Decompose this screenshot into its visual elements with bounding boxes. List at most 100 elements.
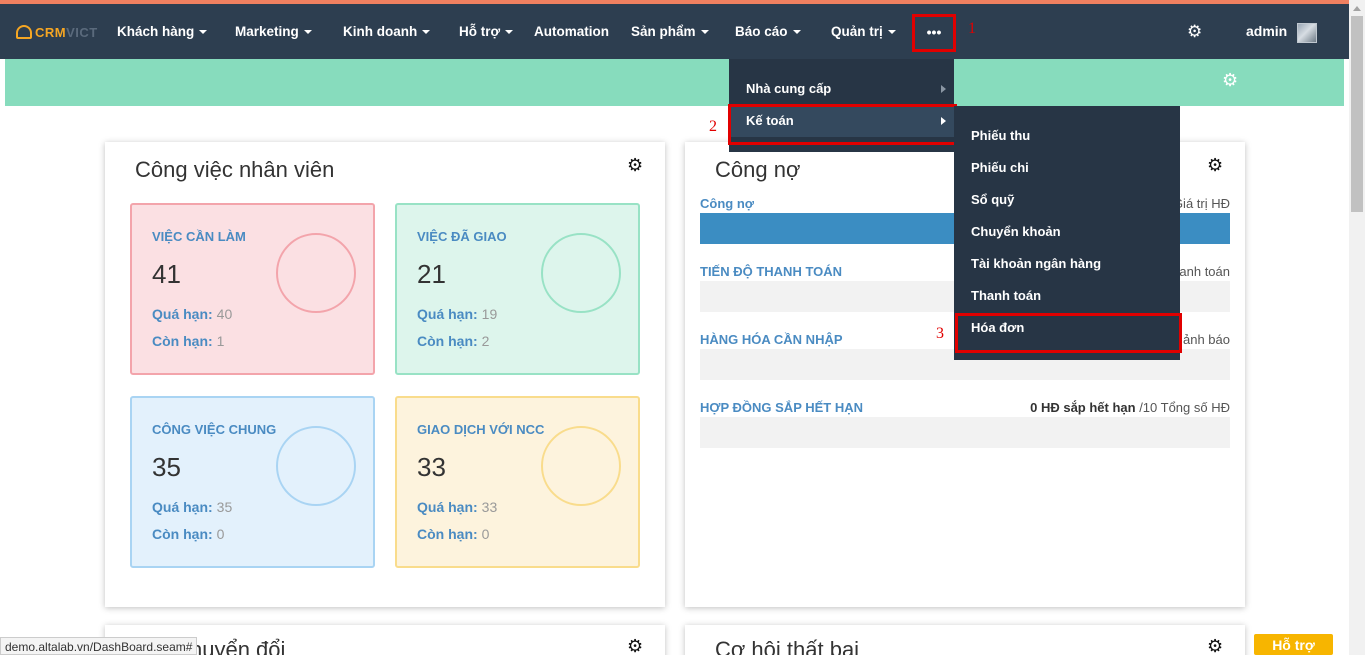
total-count: /10 Tổng số HĐ bbox=[1135, 400, 1230, 415]
highlight-box-step-2 bbox=[728, 104, 957, 145]
logo-text-vict: VICT bbox=[66, 24, 98, 40]
menu-item-nha-cung-cap[interactable]: Nhà cung cấp bbox=[729, 73, 954, 105]
logo-mark-icon bbox=[16, 25, 32, 39]
avatar[interactable] bbox=[1297, 23, 1317, 43]
gear-icon[interactable]: ⚙ bbox=[627, 155, 643, 176]
gear-icon[interactable]: ⚙ bbox=[1222, 70, 1238, 91]
nav-item-label: Quản trị bbox=[831, 24, 883, 39]
metric-label-debt[interactable]: Công nợ bbox=[700, 196, 754, 211]
card-overdue: Quá hạn: 33 bbox=[417, 499, 497, 515]
overdue-value: 33 bbox=[481, 499, 498, 515]
progress-circle bbox=[276, 426, 356, 506]
menu-item-tai-khoan-ngan-hang[interactable]: Tài khoản ngân hàng bbox=[954, 248, 1180, 280]
card-remaining: Còn hạn: 0 bbox=[152, 526, 224, 542]
card-overdue: Quá hạn: 40 bbox=[152, 306, 232, 322]
contract-progress-bar bbox=[700, 417, 1230, 448]
panel-title: huyển đổi bbox=[190, 637, 286, 655]
card-remaining: Còn hạn: 1 bbox=[152, 333, 224, 349]
panel-title: Công nợ bbox=[715, 157, 801, 182]
nav-item-automation[interactable]: Automation bbox=[534, 4, 609, 59]
remaining-value: 0 bbox=[481, 526, 490, 542]
remaining-value: 0 bbox=[216, 526, 225, 542]
nav-item-label: Báo cáo bbox=[735, 24, 788, 39]
overdue-label: Quá hạn: bbox=[417, 306, 478, 322]
gear-icon[interactable]: ⚙ bbox=[1207, 636, 1223, 655]
remaining-value: 2 bbox=[481, 333, 490, 349]
expiring-count: 0 HĐ sắp hết hạn bbox=[1030, 400, 1136, 415]
nav-item-kinh-doanh[interactable]: Kinh doanh bbox=[343, 4, 431, 59]
card-value: 35 bbox=[152, 452, 181, 482]
nav-item-bao-cao[interactable]: Báo cáo bbox=[735, 4, 801, 59]
support-button[interactable]: Hỗ trợ bbox=[1254, 634, 1333, 655]
card-title: VIỆC ĐÃ GIAO bbox=[417, 229, 507, 244]
menu-item-phieu-thu[interactable]: Phiếu thu bbox=[954, 120, 1180, 152]
status-bar-url: demo.altalab.vn/DashBoard.seam# bbox=[0, 637, 198, 655]
card-remaining: Còn hạn: 2 bbox=[417, 333, 489, 349]
stat-card-common[interactable]: CÔNG VIỆC CHUNG 35 Quá hạn: 35 Còn hạn: 0 bbox=[130, 396, 375, 568]
caret-down-icon bbox=[422, 30, 431, 35]
remaining-label: Còn hạn: bbox=[152, 333, 213, 349]
annotation-step-1: 1 bbox=[968, 20, 976, 37]
overdue-value: 19 bbox=[481, 306, 498, 322]
user-menu[interactable]: admin bbox=[1246, 4, 1287, 59]
progress-circle bbox=[541, 426, 621, 506]
nav-item-ho-tro[interactable]: Hỗ trợ bbox=[459, 4, 514, 59]
metric-label-payment[interactable]: TIẾN ĐỘ THANH TOÁN bbox=[700, 264, 842, 279]
menu-item-phieu-chi[interactable]: Phiếu chi bbox=[954, 152, 1180, 184]
gear-icon[interactable]: ⚙ bbox=[1187, 22, 1202, 42]
overdue-value: 35 bbox=[216, 499, 233, 515]
nav-item-label: Khách hàng bbox=[117, 24, 195, 39]
metric-right-import: ảnh báo bbox=[1183, 332, 1230, 347]
panel-title: Cơ hội thất bại bbox=[715, 637, 860, 655]
caret-down-icon bbox=[303, 30, 312, 35]
metric-right-contract: 0 HĐ sắp hết hạn /10 Tổng số HĐ bbox=[1030, 400, 1230, 415]
scrollbar-thumb[interactable] bbox=[1351, 16, 1363, 212]
metric-label-contract[interactable]: HỢP ĐỒNG SẮP HẾT HẠN bbox=[700, 400, 863, 415]
menu-item-chuyen-khoan[interactable]: Chuyển khoản bbox=[954, 216, 1180, 248]
metric-label-import[interactable]: HÀNG HÓA CẦN NHẬP bbox=[700, 332, 843, 347]
top-navbar: CRM VICT Khách hàng Marketing Kinh doanh… bbox=[0, 4, 1349, 59]
overdue-label: Quá hạn: bbox=[417, 499, 478, 515]
card-title: GIAO DỊCH VỚI NCC bbox=[417, 422, 545, 437]
dashboard-banner bbox=[5, 59, 1344, 106]
scroll-up-arrow-icon[interactable] bbox=[1353, 6, 1361, 11]
nav-item-san-pham[interactable]: Sản phẩm bbox=[631, 4, 709, 59]
gear-icon[interactable]: ⚙ bbox=[1207, 155, 1223, 176]
work-panel: Công việc nhân viên ⚙ VIỆC CẦN LÀM 41 Qu… bbox=[105, 142, 665, 607]
menu-item-thanh-toan[interactable]: Thanh toán bbox=[954, 280, 1180, 312]
caret-down-icon bbox=[700, 30, 709, 35]
caret-down-icon bbox=[887, 30, 896, 35]
nav-item-marketing[interactable]: Marketing bbox=[235, 4, 312, 59]
more-menu-button[interactable]: ••• bbox=[912, 14, 956, 52]
gear-icon[interactable]: ⚙ bbox=[627, 636, 643, 655]
brand-logo[interactable]: CRM VICT bbox=[16, 22, 98, 42]
card-title: VIỆC CẦN LÀM bbox=[152, 229, 246, 244]
caret-down-icon bbox=[792, 30, 801, 35]
stat-card-supplier[interactable]: GIAO DỊCH VỚI NCC 33 Quá hạn: 33 Còn hạn:… bbox=[395, 396, 640, 568]
stat-card-assigned[interactable]: VIỆC ĐÃ GIAO 21 Quá hạn: 19 Còn hạn: 2 bbox=[395, 203, 640, 375]
remaining-label: Còn hạn: bbox=[152, 526, 213, 542]
card-value: 33 bbox=[417, 452, 446, 482]
caret-down-icon bbox=[505, 30, 514, 35]
overdue-label: Quá hạn: bbox=[152, 306, 213, 322]
annotation-step-3: 3 bbox=[936, 325, 944, 342]
nav-item-label: Kinh doanh bbox=[343, 24, 418, 39]
card-value: 21 bbox=[417, 259, 446, 289]
metric-right-payment: anh toán bbox=[1179, 264, 1230, 279]
nav-item-label: Marketing bbox=[235, 24, 299, 39]
progress-circle bbox=[276, 233, 356, 313]
nav-item-label: Sản phẩm bbox=[631, 24, 696, 39]
caret-down-icon bbox=[199, 30, 208, 35]
highlight-box-step-3 bbox=[955, 313, 1182, 353]
nav-item-label: Automation bbox=[534, 24, 609, 39]
nav-item-khach-hang[interactable]: Khách hàng bbox=[117, 4, 208, 59]
overdue-value: 40 bbox=[216, 306, 233, 322]
menu-item-so-quy[interactable]: Sổ quỹ bbox=[954, 184, 1180, 216]
card-overdue: Quá hạn: 19 bbox=[417, 306, 497, 322]
annotation-step-2: 2 bbox=[709, 118, 717, 135]
nav-item-quan-tri[interactable]: Quản trị bbox=[831, 4, 896, 59]
remaining-label: Còn hạn: bbox=[417, 333, 478, 349]
card-value: 41 bbox=[152, 259, 181, 289]
card-remaining: Còn hạn: 0 bbox=[417, 526, 489, 542]
stat-card-todo[interactable]: VIỆC CẦN LÀM 41 Quá hạn: 40 Còn hạn: 1 bbox=[130, 203, 375, 375]
